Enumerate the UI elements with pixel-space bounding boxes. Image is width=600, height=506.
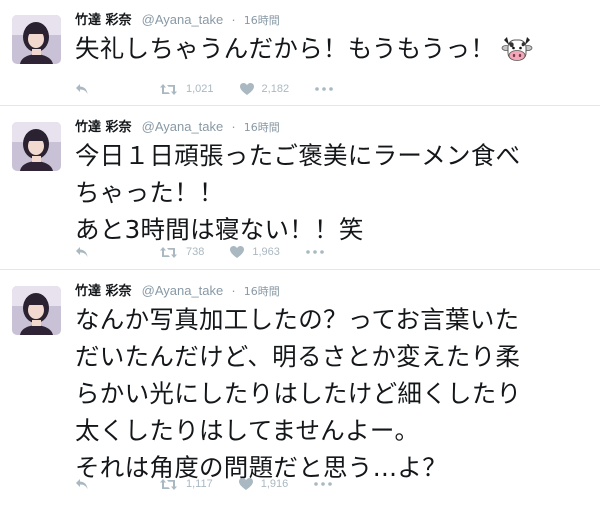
- like-button[interactable]: 2,182: [239, 83, 290, 95]
- separator: ·: [231, 12, 236, 27]
- display-name[interactable]: 竹達 彩奈: [75, 13, 132, 28]
- username[interactable]: @Ayana_take: [142, 119, 224, 134]
- more-icon: [315, 87, 333, 91]
- more-button[interactable]: [314, 482, 333, 486]
- retweet-icon: [160, 83, 177, 95]
- more-button[interactable]: [306, 250, 324, 254]
- tweet[interactable]: 竹達 彩奈 @Ayana_take · 16時間 失礼しちゃうんだから！もうもう…: [0, 0, 600, 106]
- reply-icon: [76, 479, 88, 489]
- reply-icon: [76, 247, 88, 257]
- reply-icon: [76, 84, 88, 94]
- retweet-count: 738: [186, 246, 205, 258]
- heart-icon: [230, 246, 245, 258]
- retweet-icon: [160, 478, 177, 490]
- tweet-text: なんか写真加工したの？ってお言葉いた だいたんだけど、明るさとか変えたり柔 らか…: [75, 305, 522, 482]
- retweet-count: 1,117: [186, 478, 213, 490]
- retweet-icon: [160, 246, 177, 258]
- username[interactable]: @Ayana_take: [142, 12, 224, 27]
- like-button[interactable]: 1,916: [238, 478, 289, 490]
- timestamp[interactable]: 16時間: [244, 121, 280, 134]
- like-button[interactable]: 1,963: [230, 246, 280, 258]
- retweet-count: 1,021: [186, 83, 214, 95]
- reply-button[interactable]: [75, 478, 97, 490]
- timestamp[interactable]: 16時間: [244, 285, 280, 298]
- avatar[interactable]: [12, 15, 61, 64]
- username[interactable]: @Ayana_take: [142, 283, 224, 298]
- tweet-text: 失礼しちゃうんだから！もうもうっ！: [75, 30, 595, 74]
- like-count: 2,182: [261, 83, 290, 95]
- like-count: 1,963: [252, 246, 280, 258]
- heart-icon: [238, 478, 253, 490]
- tweet-text-body: 失礼しちゃうんだから！もうもうっ！: [75, 34, 496, 63]
- more-button[interactable]: [315, 87, 333, 91]
- display-name[interactable]: 竹達 彩奈: [75, 284, 132, 299]
- more-icon: [306, 250, 324, 254]
- tweet-text: 今日１日頑張ったご褒美にラーメン食べ ちゃった！！ あと3時間は寝ない！！笑: [75, 141, 521, 244]
- avatar-image: [12, 286, 61, 335]
- reply-button[interactable]: [75, 83, 97, 95]
- display-name[interactable]: 竹達 彩奈: [75, 120, 132, 135]
- more-icon: [314, 482, 333, 486]
- tweet[interactable]: 竹達 彩奈 @Ayana_take · 16時間 なんか写真加工したの？ってお言…: [0, 271, 600, 506]
- reply-button[interactable]: [75, 246, 97, 258]
- tweet[interactable]: 竹達 彩奈 @Ayana_take · 16時間 今日１日頑張ったご褒美にラーメ…: [0, 107, 600, 270]
- retweet-button[interactable]: 738: [159, 246, 204, 259]
- separator: ·: [231, 283, 236, 298]
- timestamp[interactable]: 16時間: [244, 14, 280, 27]
- avatar[interactable]: [12, 122, 61, 171]
- heart-icon: [239, 83, 254, 95]
- avatar[interactable]: [12, 286, 61, 335]
- avatar-image: [12, 15, 61, 64]
- retweet-button[interactable]: 1,021: [159, 83, 214, 96]
- avatar-image: [12, 122, 61, 171]
- cow-face-icon: [501, 34, 533, 74]
- retweet-button[interactable]: 1,117: [159, 478, 213, 491]
- like-count: 1,916: [260, 478, 289, 490]
- separator: ·: [231, 119, 236, 134]
